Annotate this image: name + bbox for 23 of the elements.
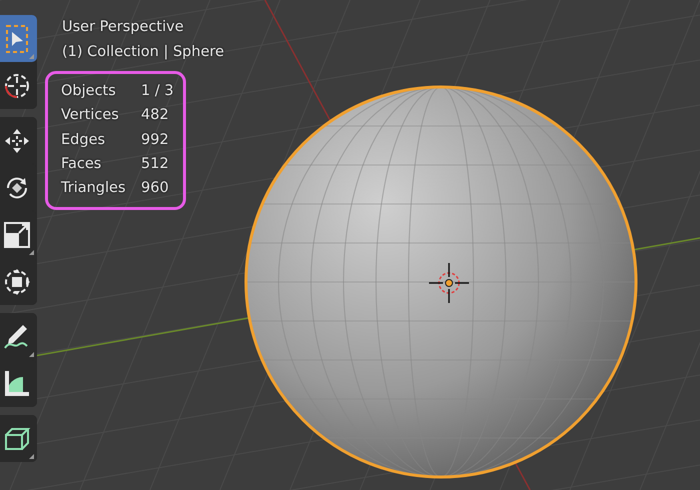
select-box-icon <box>4 24 30 54</box>
stat-label: Edges <box>61 130 106 150</box>
scale-icon <box>3 220 31 248</box>
stat-label: Objects <box>61 82 117 101</box>
corner-triangle-icon <box>29 54 34 59</box>
origin-crosshair-icon <box>428 262 470 304</box>
stat-value: 1 / 3 <box>141 82 174 101</box>
stat-value: 960 <box>141 179 170 198</box>
view-name-label: User Perspective <box>62 18 185 37</box>
cursor-icon <box>3 72 31 100</box>
stat-label: Vertices <box>61 106 120 126</box>
stat-label: Triangles <box>61 179 126 198</box>
stat-label: Faces <box>61 154 102 174</box>
context-label: (1) Collection | Sphere <box>62 43 224 62</box>
protractor-ruler-icon <box>3 368 31 398</box>
corner-triangle-icon <box>29 352 34 357</box>
corner-triangle-icon <box>29 454 34 459</box>
stat-value: 512 <box>141 154 170 174</box>
move-arrows-icon <box>3 126 31 154</box>
stat-value: 992 <box>141 130 170 150</box>
transform-icon <box>3 268 31 296</box>
corner-triangle-icon <box>29 250 34 255</box>
stat-value: 482 <box>141 106 170 126</box>
